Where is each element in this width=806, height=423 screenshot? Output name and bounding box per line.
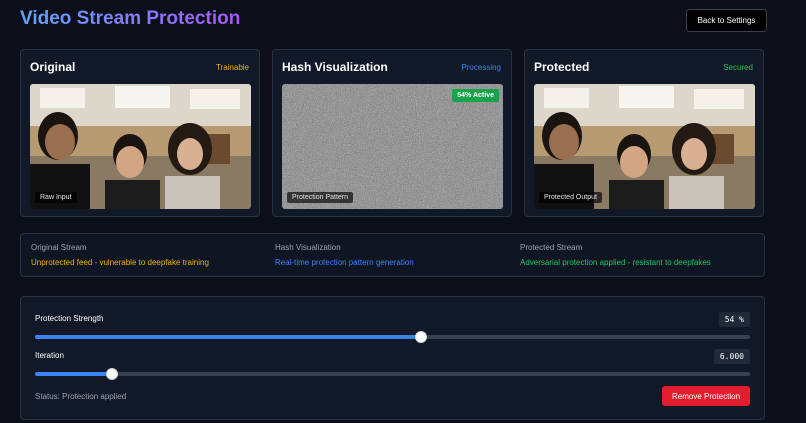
panel-title: Protected xyxy=(534,60,590,74)
status-badge: Trainable xyxy=(215,63,249,72)
controls-panel: Protection Strength 54 % Iteration 6.000… xyxy=(20,296,765,420)
status-badge: Processing xyxy=(461,63,501,72)
slider-thumb[interactable] xyxy=(415,331,428,343)
panel-title: Original xyxy=(30,60,76,74)
iteration-label: Iteration xyxy=(35,351,64,360)
info-heading: Hash Visualization xyxy=(275,243,341,252)
strength-value: 54 % xyxy=(718,312,750,327)
protected-video-frame: Protected Output xyxy=(534,84,755,209)
strength-label: Protection Strength xyxy=(35,314,104,323)
original-panel: Original Trainable Raw Input xyxy=(20,49,260,217)
frame-label: Protected Output xyxy=(539,192,602,203)
iteration-value: 6.000 xyxy=(713,349,750,364)
info-protected: Protected Stream Adversarial protection … xyxy=(520,243,711,267)
status-text: Status: Protection applied xyxy=(35,392,127,401)
webcam-image xyxy=(30,84,251,209)
page-title: Video Stream Protection xyxy=(20,8,241,29)
info-heading: Original Stream xyxy=(31,243,87,252)
slider-fill xyxy=(35,372,113,376)
info-heading: Protected Stream xyxy=(520,243,583,252)
frame-label: Protection Pattern xyxy=(287,192,354,203)
info-text: Unprotected feed - vulnerable to deepfak… xyxy=(31,258,209,267)
status-badge: Secured xyxy=(723,63,753,72)
slider-fill xyxy=(35,335,422,339)
back-to-settings-button[interactable]: Back to Settings xyxy=(686,9,767,32)
hash-visualization-panel: Hash Visualization Processing 54% Active… xyxy=(272,49,512,217)
info-text: Adversarial protection applied - resista… xyxy=(520,258,711,267)
frame-label: Raw Input xyxy=(35,192,77,203)
original-video-frame: Raw Input xyxy=(30,84,251,209)
remove-protection-button[interactable]: Remove Protection xyxy=(662,386,750,406)
protected-panel: Protected Secured Protected Output xyxy=(524,49,764,217)
hash-noise-frame: 54% Active Protection Pattern xyxy=(282,84,503,209)
slider-thumb[interactable] xyxy=(106,368,119,380)
iteration-slider[interactable] xyxy=(35,368,750,380)
info-original: Original Stream Unprotected feed - vulne… xyxy=(31,243,209,267)
webcam-image xyxy=(534,84,755,209)
strength-slider[interactable] xyxy=(35,331,750,343)
active-percentage-badge: 54% Active xyxy=(452,89,499,102)
info-hash: Hash Visualization Real-time protection … xyxy=(275,243,414,267)
panel-title: Hash Visualization xyxy=(282,60,388,74)
info-text: Real-time protection pattern generation xyxy=(275,258,414,267)
stream-info-bar: Original Stream Unprotected feed - vulne… xyxy=(20,233,765,277)
noise-pattern-image xyxy=(282,84,503,209)
